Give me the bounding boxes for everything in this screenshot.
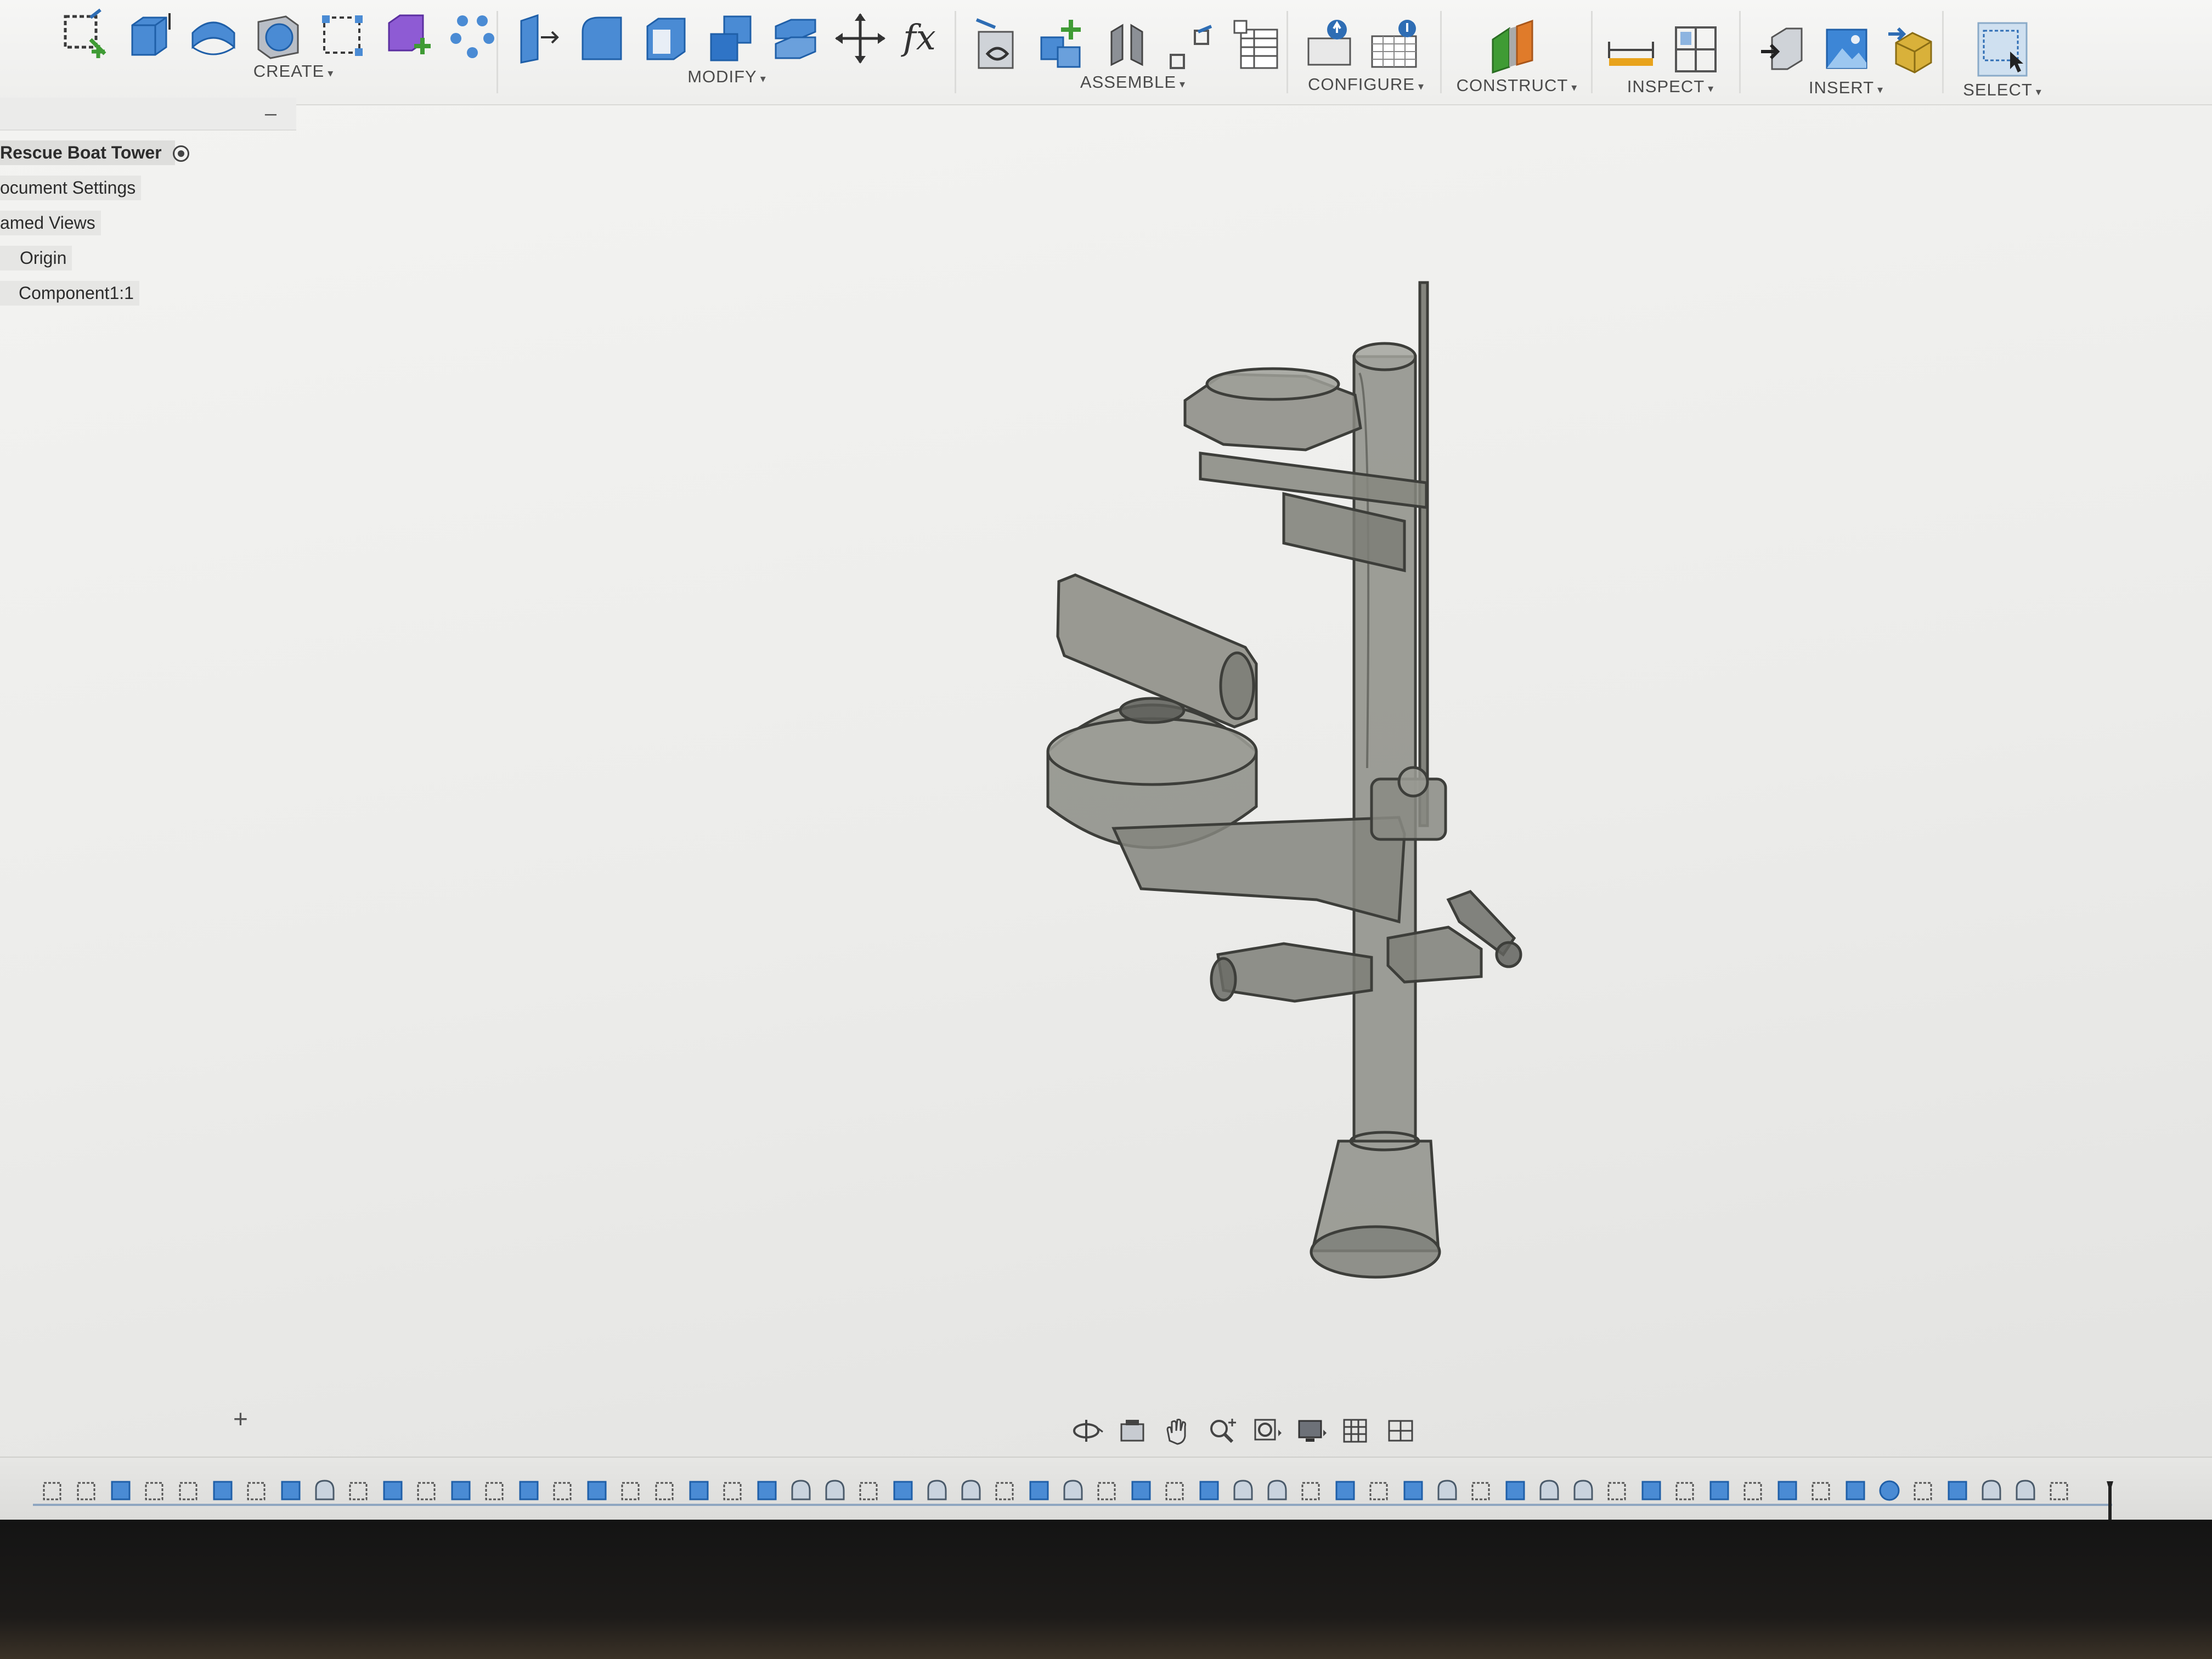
navigation-bar (1070, 1411, 1420, 1451)
timeline-extrude-icon[interactable] (281, 1481, 301, 1500)
timeline-extrude-icon[interactable] (1846, 1481, 1865, 1500)
rescue-boat-tower-model[interactable] (1046, 281, 1522, 1279)
timeline-extrude-icon[interactable] (1029, 1481, 1049, 1500)
timeline-extrude-icon[interactable] (1335, 1481, 1355, 1500)
timeline-revolve-icon[interactable] (1573, 1480, 1593, 1500)
timeline-sketch-icon[interactable] (1301, 1482, 1320, 1500)
timeline-sketch-icon[interactable] (995, 1482, 1014, 1500)
timeline-sphere-icon[interactable] (1879, 1480, 1900, 1501)
timeline-revolve-icon[interactable] (315, 1480, 335, 1500)
timeline-revolve-icon[interactable] (1063, 1480, 1083, 1500)
timeline-extrude-icon[interactable] (893, 1481, 913, 1500)
timeline-revolve-icon[interactable] (927, 1480, 947, 1500)
timeline-sketch-icon[interactable] (247, 1482, 266, 1500)
timeline-revolve-icon[interactable] (1437, 1480, 1457, 1500)
grid-icon[interactable] (1340, 1414, 1375, 1447)
timeline-extrude-icon[interactable] (1505, 1481, 1525, 1500)
timeline-sketch-icon[interactable] (179, 1482, 198, 1500)
timeline-sketch-icon[interactable] (2050, 1482, 2068, 1500)
timeline-sketch-icon[interactable] (723, 1482, 742, 1500)
timeline-revolve-icon[interactable] (825, 1480, 845, 1500)
timeline-track[interactable] (33, 1474, 2118, 1513)
comments-panel: + (0, 1402, 263, 1440)
timeline-extrude-icon[interactable] (1199, 1481, 1219, 1500)
fit-icon[interactable] (1250, 1414, 1285, 1447)
add-comment-button[interactable]: + (233, 1404, 248, 1434)
timeline-extrude-icon[interactable] (1131, 1481, 1151, 1500)
timeline-extrude-icon[interactable] (1403, 1481, 1423, 1500)
timeline-sketch-icon[interactable] (1607, 1482, 1626, 1500)
timeline-extrude-icon[interactable] (451, 1481, 471, 1500)
timeline-bar (0, 1457, 2212, 1520)
viewport-canvas[interactable] (0, 0, 2212, 1520)
timeline-sketch-icon[interactable] (1675, 1482, 1694, 1500)
timeline-revolve-icon[interactable] (1233, 1480, 1253, 1500)
lower-light-right[interactable] (1386, 926, 1483, 984)
monitor-bezel (0, 1520, 2212, 1659)
tower-base-foot[interactable] (1310, 1225, 1441, 1279)
timeline-position-marker[interactable] (2107, 1481, 2113, 1525)
timeline-sketch-icon[interactable] (349, 1482, 368, 1500)
orbit-icon[interactable] (1070, 1414, 1105, 1447)
timeline-sketch-icon[interactable] (417, 1482, 436, 1500)
timeline-sketch-icon[interactable] (1097, 1482, 1116, 1500)
timeline-extrude-icon[interactable] (1948, 1481, 1967, 1500)
timeline-extrude-icon[interactable] (757, 1481, 777, 1500)
timeline-revolve-icon[interactable] (1267, 1480, 1287, 1500)
timeline-extrude-icon[interactable] (689, 1481, 709, 1500)
timeline-extrude-icon[interactable] (1778, 1481, 1797, 1500)
timeline-sketch-icon[interactable] (77, 1482, 95, 1500)
timeline-sketch-icon[interactable] (1471, 1482, 1490, 1500)
middle-bracket-arm[interactable] (1111, 816, 1406, 924)
display-settings-icon[interactable] (1295, 1414, 1330, 1447)
timeline-revolve-icon[interactable] (791, 1480, 811, 1500)
timeline-extrude-icon[interactable] (111, 1481, 131, 1500)
timeline-sketch-icon[interactable] (553, 1482, 572, 1500)
timeline-sketch-icon[interactable] (1812, 1482, 1830, 1500)
timeline-sketch-icon[interactable] (1914, 1482, 1932, 1500)
timeline-revolve-icon[interactable] (961, 1480, 981, 1500)
timeline-sketch-icon[interactable] (1743, 1482, 1762, 1500)
timeline-extrude-icon[interactable] (383, 1481, 403, 1500)
timeline-sketch-icon[interactable] (145, 1482, 163, 1500)
timeline-sketch-icon[interactable] (1369, 1482, 1388, 1500)
antenna-rod[interactable] (1418, 281, 1429, 827)
viewports-icon[interactable] (1385, 1414, 1420, 1447)
timeline-sketch-icon[interactable] (655, 1482, 674, 1500)
pole-cap[interactable] (1352, 342, 1417, 371)
fusion-window: CREATE ▾ fx MODIFY ▾ ASSEMBLE ▾ CONFIGUR… (0, 0, 2212, 1520)
timeline-extrude-icon[interactable] (213, 1481, 233, 1500)
timeline-extrude-icon[interactable] (1709, 1481, 1729, 1500)
timeline-revolve-icon[interactable] (1539, 1480, 1559, 1500)
timeline-sketch-icon[interactable] (859, 1482, 878, 1500)
timeline-extrude-icon[interactable] (587, 1481, 607, 1500)
timeline-sketch-icon[interactable] (1165, 1482, 1184, 1500)
timeline-sketch-icon[interactable] (621, 1482, 640, 1500)
timeline-extrude-icon[interactable] (519, 1481, 539, 1500)
lower-light-left[interactable] (1216, 942, 1373, 1003)
zoom-icon[interactable] (1205, 1414, 1240, 1447)
timeline-extrude-icon[interactable] (1641, 1481, 1661, 1500)
timeline-sketch-icon[interactable] (485, 1482, 504, 1500)
timeline-sketch-icon[interactable] (43, 1482, 61, 1500)
timeline-revolve-icon[interactable] (2016, 1480, 2035, 1500)
look-at-icon[interactable] (1115, 1414, 1150, 1447)
pan-icon[interactable] (1160, 1414, 1195, 1447)
timeline-revolve-icon[interactable] (1982, 1480, 2001, 1500)
